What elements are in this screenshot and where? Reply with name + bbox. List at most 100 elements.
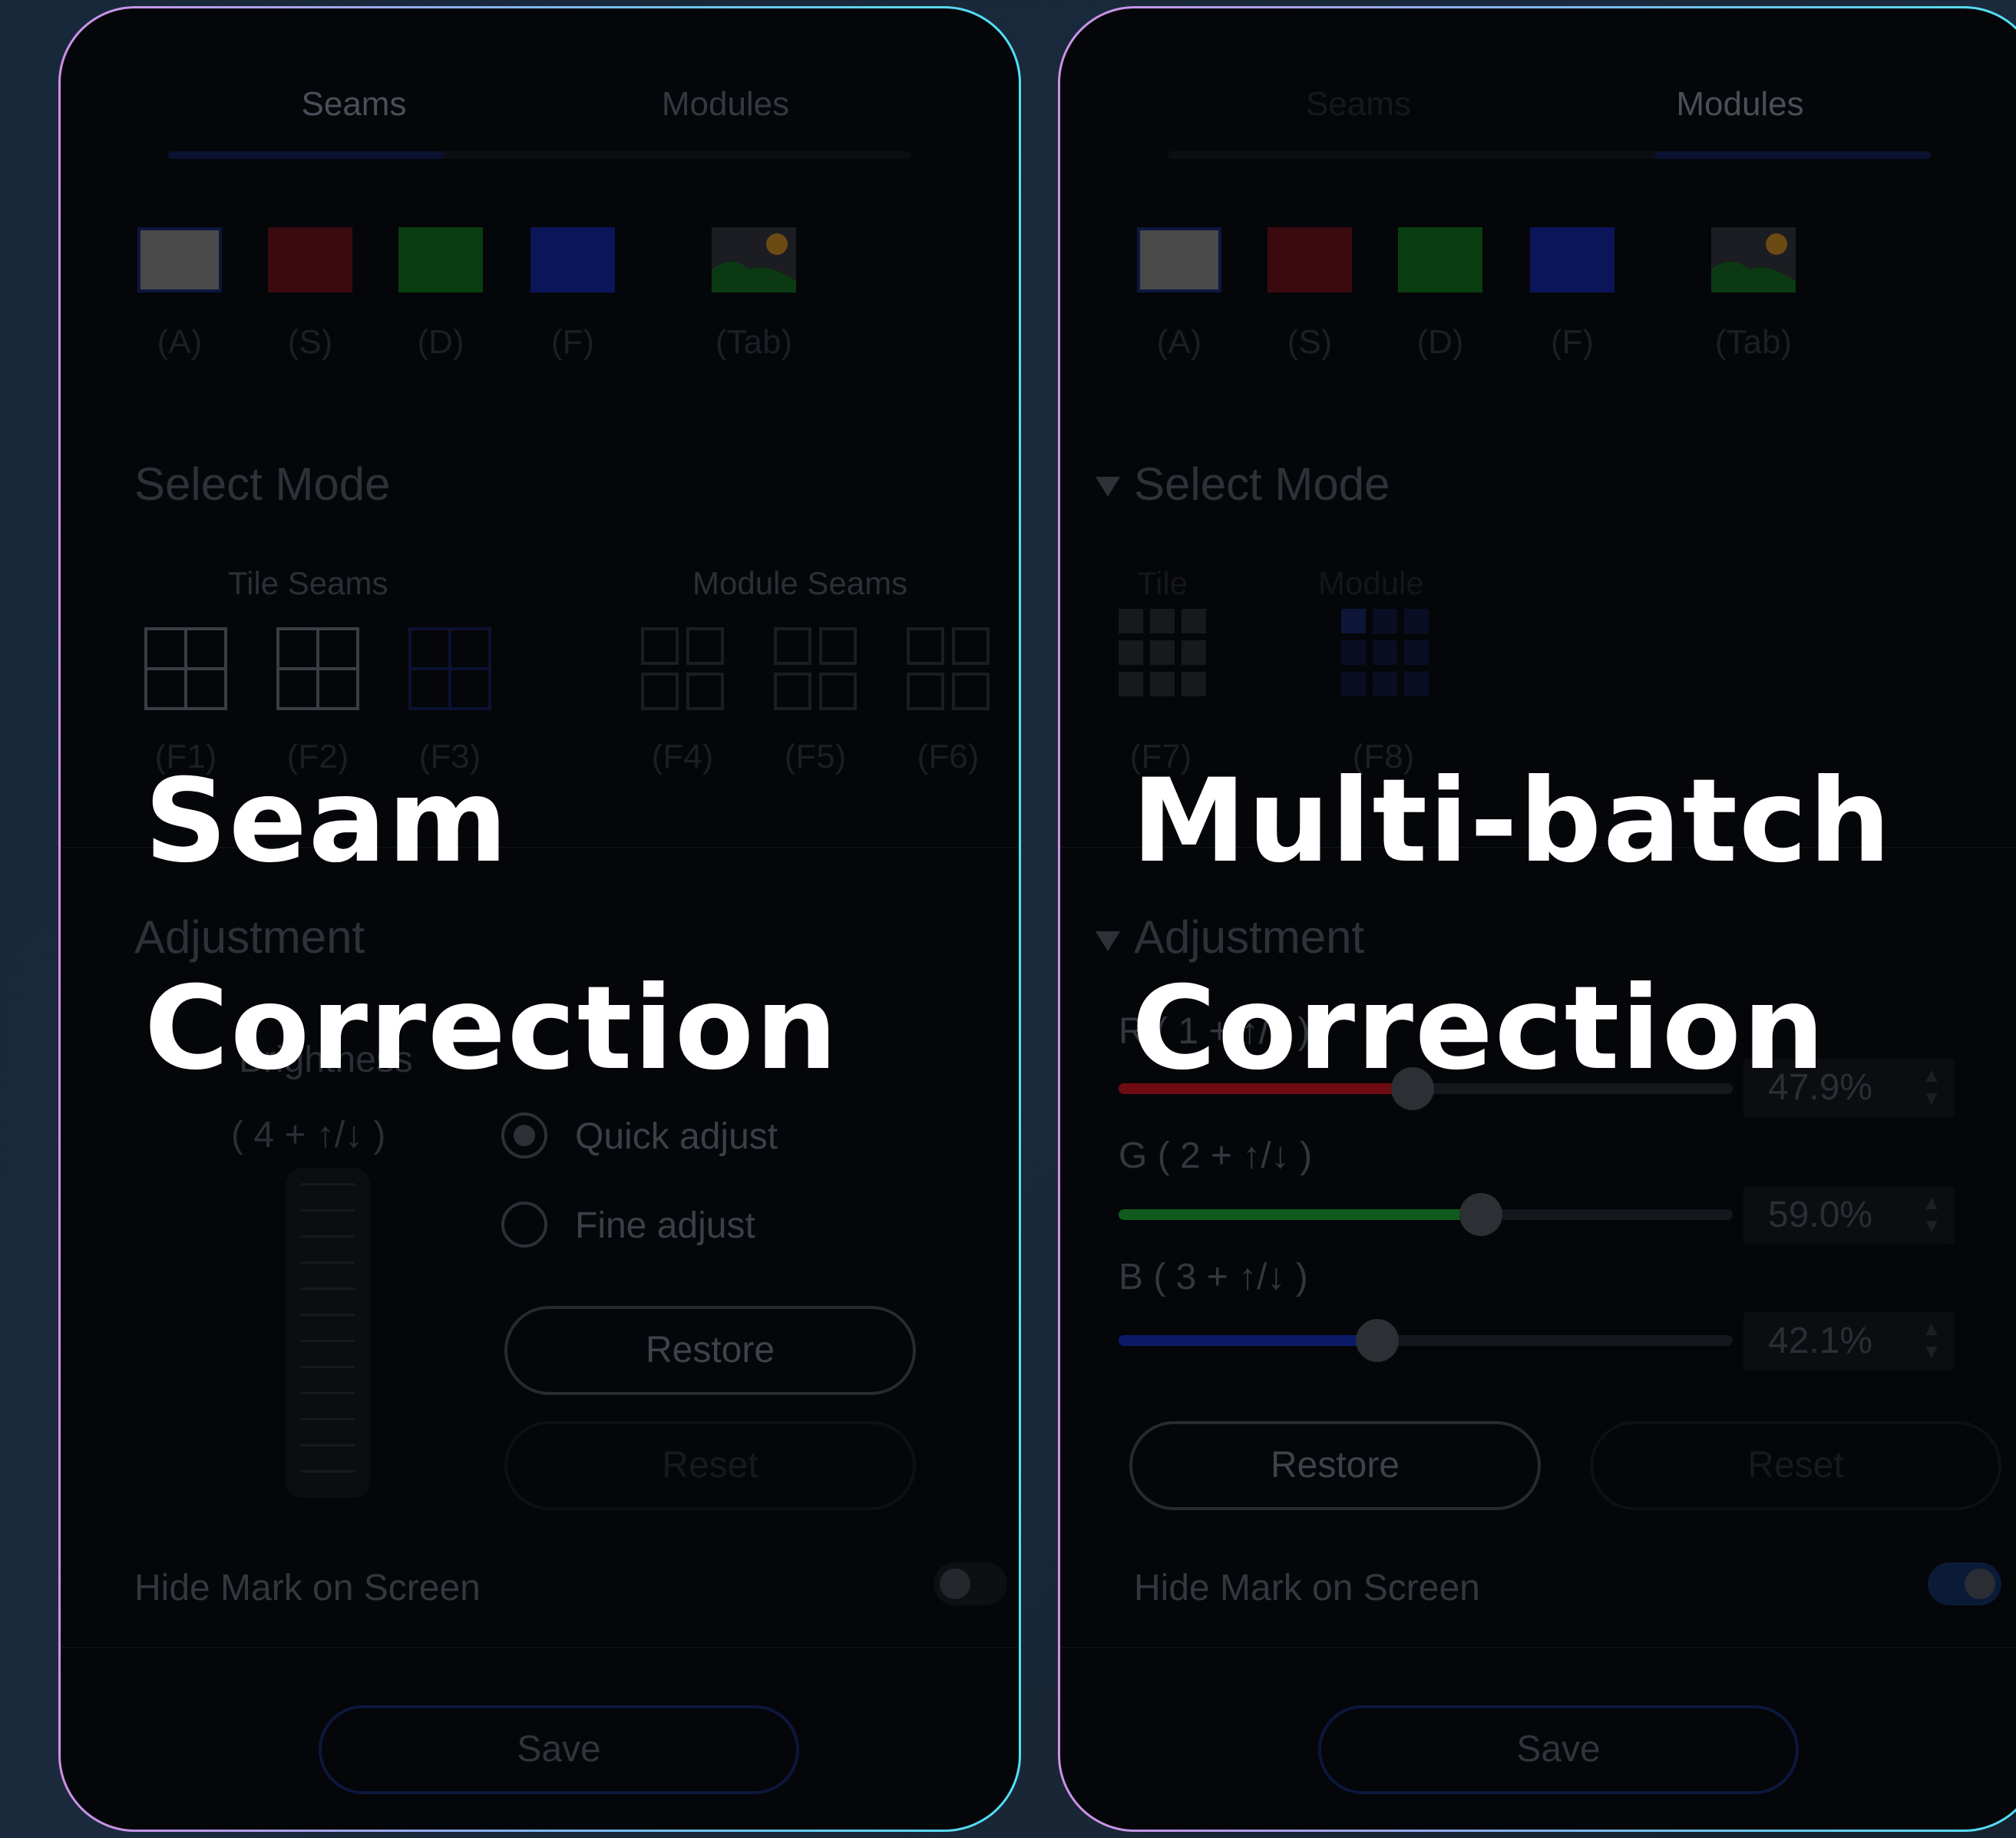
module-grid-icon[interactable] xyxy=(1341,609,1429,696)
tile-seam-grid-icon[interactable] xyxy=(144,626,228,711)
tab-modules[interactable]: Modules xyxy=(1549,85,1931,124)
module-seam-grid-icon[interactable] xyxy=(773,626,858,711)
grid-cell xyxy=(1119,609,1143,633)
grid-cell xyxy=(1150,640,1175,665)
screenshot-root: { "left_panel": { "tabs": ["Seams", "Mod… xyxy=(0,0,2016,1838)
slider-knob[interactable] xyxy=(1459,1193,1502,1236)
grid-cell xyxy=(1404,640,1429,665)
swatch-green[interactable] xyxy=(1398,227,1482,293)
swatch-key-f: (F) xyxy=(550,323,595,361)
chevron-down-icon[interactable] xyxy=(1096,477,1120,497)
swatch-blue[interactable] xyxy=(1530,227,1614,293)
slider-tick xyxy=(301,1183,355,1185)
radio-selected-dot xyxy=(514,1125,535,1146)
module-seam-grid-icon[interactable] xyxy=(906,626,990,711)
module-seam-grid-icon[interactable] xyxy=(640,626,725,711)
swatch-key-tab: (Tab) xyxy=(1714,323,1793,361)
slider-tick xyxy=(301,1444,355,1446)
tile-seam-grid-icon[interactable] xyxy=(408,626,492,711)
swatch-key-s: (S) xyxy=(1287,323,1333,361)
toggle-knob xyxy=(940,1569,970,1599)
panel-body: Seams Modules (A) (S) (D) (F) (Tab) Sele… xyxy=(61,8,1019,1830)
footer-divider xyxy=(1060,1647,2016,1648)
module-seams-label: Module Seams xyxy=(692,565,908,601)
adjustment-title: Adjustment xyxy=(134,911,365,963)
quick-adjust-label: Quick adjust xyxy=(575,1116,778,1157)
tile-label: Tile xyxy=(1137,565,1188,601)
adjustment-title[interactable]: Adjustment xyxy=(1134,911,1364,964)
grid-cell xyxy=(1341,672,1366,696)
overlay-title-line2: Correction xyxy=(144,962,839,1096)
grid-cell xyxy=(1119,672,1143,696)
swatch-key-d: (D) xyxy=(417,323,464,361)
slider-knob[interactable] xyxy=(1355,1319,1399,1362)
slider-fill xyxy=(1119,1209,1481,1220)
brightness-vertical-slider[interactable] xyxy=(286,1168,370,1498)
value-input-b[interactable]: 42.1% ▲ ▼ xyxy=(1743,1312,1955,1370)
swatch-red[interactable] xyxy=(1267,227,1352,293)
grid-cell xyxy=(1404,672,1429,696)
swatch-key-tab: (Tab) xyxy=(715,323,793,361)
swatch-gray[interactable] xyxy=(137,227,222,293)
swatch-green[interactable] xyxy=(398,227,483,293)
tab-seams[interactable]: Seams xyxy=(1168,85,1549,124)
tab-active-indicator xyxy=(1654,151,1931,159)
swatch-blue[interactable] xyxy=(530,227,615,293)
restore-button[interactable]: Restore xyxy=(1129,1421,1541,1510)
mode-key-f4: (F4) xyxy=(651,738,714,775)
grid-cell xyxy=(1341,640,1366,665)
stepper-icon[interactable]: ▲ ▼ xyxy=(1916,1191,1947,1237)
grid-cell xyxy=(1373,672,1397,696)
tile-grid-icon[interactable] xyxy=(1119,609,1206,696)
save-button[interactable]: Save xyxy=(1318,1705,1799,1794)
stepper-icon[interactable]: ▲ ▼ xyxy=(1916,1063,1947,1109)
reset-button[interactable]: Reset xyxy=(1590,1421,2001,1510)
swatch-key-s: (S) xyxy=(287,323,333,361)
hide-mark-toggle[interactable] xyxy=(934,1562,1007,1605)
channel-name: B xyxy=(1119,1257,1144,1298)
select-mode-title[interactable]: Select Mode xyxy=(1134,458,1390,511)
swatch-key-d: (D) xyxy=(1416,323,1464,361)
value-input-g[interactable]: 59.0% ▲ ▼ xyxy=(1743,1186,1955,1245)
module-label: Module xyxy=(1318,565,1424,601)
grid-cell xyxy=(1373,640,1397,665)
image-icon[interactable] xyxy=(712,227,796,293)
fine-adjust-radio[interactable] xyxy=(501,1202,547,1248)
swatch-gray[interactable] xyxy=(1137,227,1221,293)
grid-cell xyxy=(1119,640,1143,665)
overlay-title-line2: Correction xyxy=(1132,962,1826,1096)
reset-button[interactable]: Reset xyxy=(504,1421,916,1510)
hide-mark-label: Hide Mark on Screen xyxy=(134,1568,481,1608)
restore-button[interactable]: Restore xyxy=(504,1306,916,1395)
image-icon[interactable] xyxy=(1711,227,1796,293)
stepper-icon[interactable]: ▲ ▼ xyxy=(1916,1317,1947,1363)
swatch-key-a: (A) xyxy=(157,323,203,361)
channel-label-b: B ( 3 + ↑/↓ ) xyxy=(1119,1256,1308,1298)
channel-label-g: G ( 2 + ↑/↓ ) xyxy=(1119,1135,1312,1177)
swatch-key-a: (A) xyxy=(1156,323,1202,361)
slider-tick xyxy=(301,1470,355,1473)
channel-name: G xyxy=(1119,1136,1148,1176)
tab-bar: Seams Modules xyxy=(1168,85,1931,162)
quick-adjust-radio[interactable] xyxy=(501,1112,547,1159)
fine-adjust-label: Fine adjust xyxy=(575,1205,755,1246)
swatch-red[interactable] xyxy=(268,227,352,293)
slider-tick xyxy=(301,1340,355,1342)
grid-cell xyxy=(1150,609,1175,633)
hide-mark-toggle[interactable] xyxy=(1928,1562,2001,1605)
slider-fill xyxy=(1119,1335,1377,1346)
slider-b[interactable] xyxy=(1119,1319,1733,1362)
grid-cell xyxy=(1182,672,1206,696)
slider-tick xyxy=(301,1418,355,1420)
tile-seam-grid-icon[interactable] xyxy=(276,626,360,711)
slider-g[interactable] xyxy=(1119,1193,1733,1236)
tab-seams[interactable]: Seams xyxy=(168,85,540,124)
channel-hotkey: ( 2 + ↑/↓ ) xyxy=(1157,1136,1313,1176)
mode-key-f5: (F5) xyxy=(784,738,847,775)
slider-tick xyxy=(301,1314,355,1316)
save-button[interactable]: Save xyxy=(319,1705,799,1794)
toggle-knob xyxy=(1965,1569,1995,1599)
tab-modules[interactable]: Modules xyxy=(540,85,911,124)
slider-tick xyxy=(301,1366,355,1368)
chevron-down-icon[interactable] xyxy=(1096,931,1120,951)
